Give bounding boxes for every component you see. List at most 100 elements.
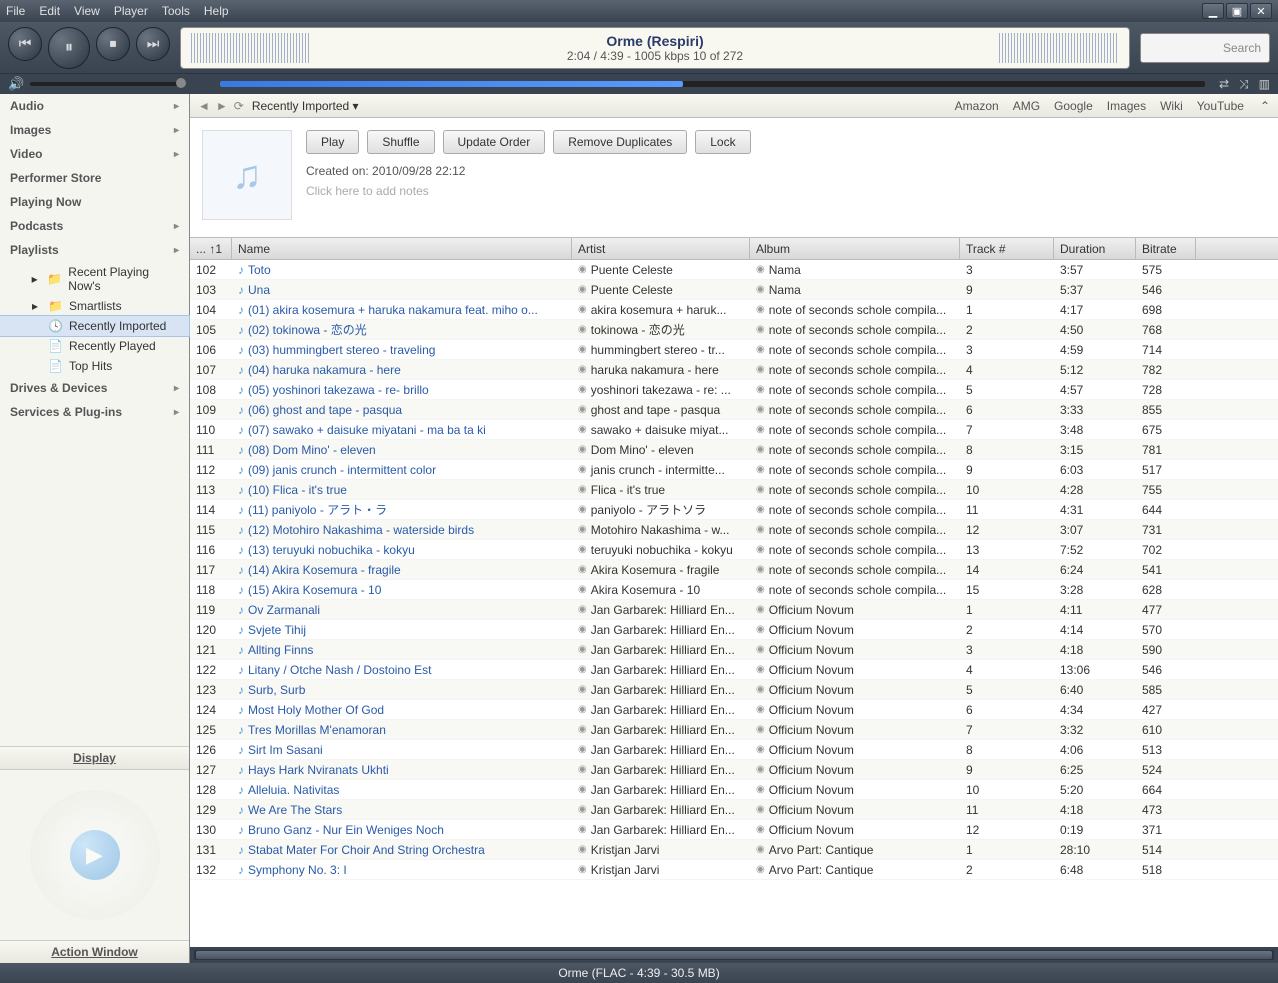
progress-bar[interactable]	[220, 81, 1205, 87]
sidebar-services-plug-ins[interactable]: Services & Plug-ins▸	[0, 400, 189, 424]
track-row[interactable]: 103♪Una◉Puente Celeste◉Nama95:37546	[190, 280, 1278, 300]
play-icon[interactable]: ◉	[756, 284, 765, 295]
play-icon[interactable]: ◉	[578, 584, 587, 595]
play-icon[interactable]: ◉	[578, 844, 587, 855]
play-icon[interactable]: ◉	[756, 584, 765, 595]
play-icon[interactable]: ◉	[578, 304, 587, 315]
play-icon[interactable]: ◉	[578, 824, 587, 835]
track-row[interactable]: 108♪(05) yoshinori takezawa - re- brillo…	[190, 380, 1278, 400]
play-icon[interactable]: ◉	[756, 664, 765, 675]
track-row[interactable]: 106♪(03) hummingbert stereo - traveling◉…	[190, 340, 1278, 360]
volume-slider[interactable]	[30, 82, 180, 86]
menu-player[interactable]: Player	[114, 4, 148, 18]
forward-icon[interactable]: ►	[216, 99, 228, 113]
link-amazon[interactable]: Amazon	[955, 99, 999, 113]
back-icon[interactable]: ◄	[198, 99, 210, 113]
play-icon[interactable]: ◉	[756, 564, 765, 575]
link-google[interactable]: Google	[1054, 99, 1093, 113]
play-icon[interactable]: ◉	[756, 444, 765, 455]
header-num[interactable]: ... ↑1	[190, 238, 232, 259]
sidebar-video[interactable]: Video▸	[0, 142, 189, 166]
play-icon[interactable]: ◉	[756, 384, 765, 395]
play-icon[interactable]: ◉	[756, 644, 765, 655]
display-button[interactable]: Display	[0, 746, 189, 770]
play-icon[interactable]: ◉	[578, 744, 587, 755]
h-scrollbar[interactable]	[190, 947, 1278, 963]
play-icon[interactable]: ◉	[756, 424, 765, 435]
sidebar-playlists[interactable]: Playlists▸	[0, 238, 189, 262]
play-icon[interactable]: ◉	[756, 764, 765, 775]
play-icon[interactable]: ◉	[578, 864, 587, 875]
track-row[interactable]: 122♪Litany / Otche Nash / Dostoino Est◉J…	[190, 660, 1278, 680]
sidebar-audio[interactable]: Audio▸	[0, 94, 189, 118]
track-row[interactable]: 124♪Most Holy Mother Of God◉Jan Garbarek…	[190, 700, 1278, 720]
track-row[interactable]: 123♪Surb, Surb◉Jan Garbarek: Hilliard En…	[190, 680, 1278, 700]
play-icon[interactable]: ◉	[578, 424, 587, 435]
stop-button[interactable]: ⏹	[96, 27, 130, 61]
action-window-button[interactable]: Action Window	[0, 940, 189, 963]
volume-icon[interactable]: 🔊	[8, 76, 24, 92]
sidebar-item-recently-imported[interactable]: 🕓Recently Imported	[0, 316, 189, 336]
play-icon[interactable]: ◉	[578, 404, 587, 415]
album-art[interactable]: ♫	[202, 130, 292, 220]
play-icon[interactable]: ◉	[578, 464, 587, 475]
update-order-button[interactable]: Update Order	[443, 130, 546, 154]
play-icon[interactable]: ◉	[756, 784, 765, 795]
notes-placeholder[interactable]: Click here to add notes	[306, 184, 1266, 198]
track-row[interactable]: 113♪(10) Flica - it's true◉Flica - it's …	[190, 480, 1278, 500]
play-icon[interactable]: ◉	[756, 464, 765, 475]
play-icon[interactable]: ◉	[578, 624, 587, 635]
link-wiki[interactable]: Wiki	[1160, 99, 1183, 113]
track-row[interactable]: 121♪Allting Finns◉Jan Garbarek: Hilliard…	[190, 640, 1278, 660]
sidebar-item-recently-played[interactable]: 📄Recently Played	[0, 336, 189, 356]
track-row[interactable]: 104♪(01) akira kosemura + haruka nakamur…	[190, 300, 1278, 320]
track-row[interactable]: 105♪(02) tokinowa - 恋の光◉tokinowa - 恋の光◉n…	[190, 320, 1278, 340]
shuffle-icon[interactable]: ⤨	[1239, 77, 1249, 92]
play-icon[interactable]: ◉	[578, 704, 587, 715]
play-icon[interactable]: ◉	[756, 404, 765, 415]
play-icon[interactable]: ◉	[756, 324, 765, 335]
sidebar-images[interactable]: Images▸	[0, 118, 189, 142]
play-icon[interactable]: ◉	[756, 344, 765, 355]
repeat-icon[interactable]: ⇄	[1219, 77, 1229, 92]
close-button[interactable]: ✕	[1250, 3, 1272, 19]
sidebar-performer-store[interactable]: Performer Store	[0, 166, 189, 190]
track-row[interactable]: 116♪(13) teruyuki nobuchika - kokyu◉teru…	[190, 540, 1278, 560]
play-icon[interactable]: ◉	[578, 724, 587, 735]
track-row[interactable]: 114♪(11) paniyolo - アラト・ラ◉paniyolo - アラト…	[190, 500, 1278, 520]
play-icon[interactable]: ◉	[756, 604, 765, 615]
play-icon[interactable]: ◉	[578, 484, 587, 495]
play-icon[interactable]: ◉	[756, 704, 765, 715]
play-icon[interactable]: ◉	[756, 684, 765, 695]
track-row[interactable]: 112♪(09) janis crunch - intermittent col…	[190, 460, 1278, 480]
link-amg[interactable]: AMG	[1013, 99, 1040, 113]
shuffle-button[interactable]: Shuffle	[367, 130, 434, 154]
sidebar-item-top-hits[interactable]: 📄Top Hits	[0, 356, 189, 376]
play-icon[interactable]: ◉	[578, 364, 587, 375]
refresh-icon[interactable]: ⟳	[234, 99, 244, 113]
play-icon[interactable]: ◉	[578, 324, 587, 335]
track-row[interactable]: 125♪Tres Morillas M'enamoran◉Jan Garbare…	[190, 720, 1278, 740]
play-icon[interactable]: ◉	[756, 504, 765, 515]
breadcrumb[interactable]: Recently Imported ▾	[252, 99, 359, 113]
track-row[interactable]: 109♪(06) ghost and tape - pasqua◉ghost a…	[190, 400, 1278, 420]
header-album[interactable]: Album	[750, 238, 960, 259]
play-icon[interactable]: ◉	[578, 524, 587, 535]
maximize-button[interactable]: ▣	[1226, 3, 1248, 19]
play-icon[interactable]: ◉	[756, 724, 765, 735]
play-icon[interactable]: ◉	[756, 304, 765, 315]
header-track[interactable]: Track #	[960, 238, 1054, 259]
sidebar-drives-devices[interactable]: Drives & Devices▸	[0, 376, 189, 400]
track-row[interactable]: 129♪We Are The Stars◉Jan Garbarek: Hilli…	[190, 800, 1278, 820]
minimize-button[interactable]: ▁	[1202, 3, 1224, 19]
play-icon[interactable]: ◉	[756, 844, 765, 855]
play-icon[interactable]: ◉	[756, 804, 765, 815]
sidebar-item-smartlists[interactable]: ▸📁Smartlists	[0, 296, 189, 316]
track-row[interactable]: 120♪Svjete Tihij◉Jan Garbarek: Hilliard …	[190, 620, 1278, 640]
track-row[interactable]: 126♪Sirt Im Sasani◉Jan Garbarek: Hilliar…	[190, 740, 1278, 760]
expand-icon[interactable]: ⌃	[1260, 99, 1270, 113]
track-row[interactable]: 117♪(14) Akira Kosemura - fragile◉Akira …	[190, 560, 1278, 580]
play-icon[interactable]: ◉	[578, 664, 587, 675]
sidebar-item-recent-playing-now-s[interactable]: ▸📁Recent Playing Now's	[0, 262, 189, 296]
play-icon[interactable]: ◉	[756, 484, 765, 495]
